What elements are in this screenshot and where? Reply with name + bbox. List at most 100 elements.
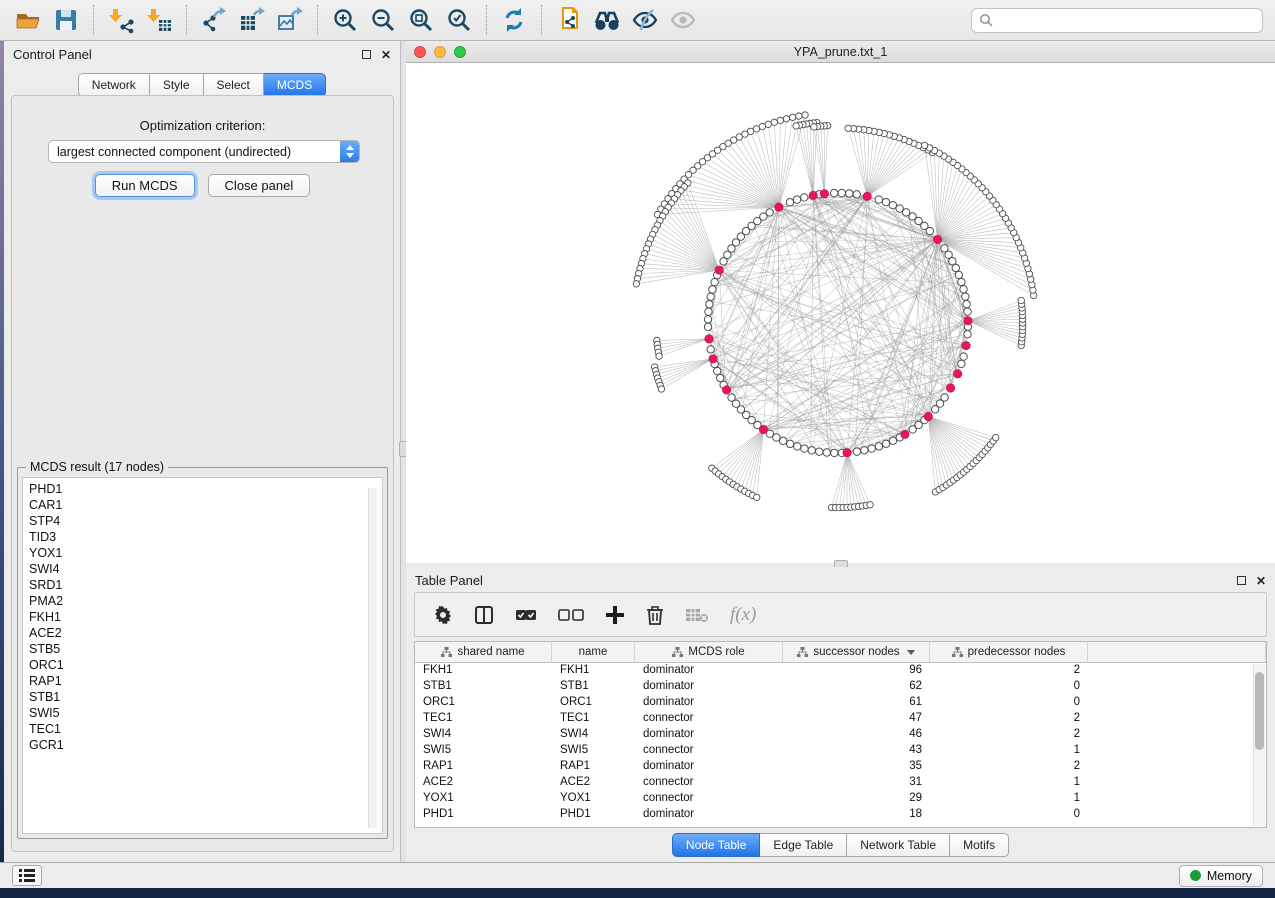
mcds-result-item[interactable]: SWI5 (29, 705, 382, 721)
memory-label: Memory (1207, 869, 1252, 883)
shared-column-icon (672, 647, 683, 657)
column-header-name[interactable]: name (552, 642, 635, 662)
zoom-fit-button[interactable] (405, 4, 437, 36)
run-mcds-button[interactable]: Run MCDS (95, 174, 195, 197)
first-neighbors-button[interactable] (591, 4, 623, 36)
mcds-result-item[interactable]: TID3 (29, 529, 382, 545)
mcds-result-item[interactable]: YOX1 (29, 545, 382, 561)
open-file-button[interactable] (12, 4, 44, 36)
create-column-button[interactable] (605, 605, 625, 625)
export-network-button[interactable] (198, 4, 230, 36)
tab-style[interactable]: Style (150, 73, 204, 97)
delete-column-button[interactable] (646, 605, 664, 625)
mcds-result-item[interactable]: PHD1 (29, 481, 382, 497)
search-box[interactable] (971, 8, 1263, 33)
memory-button[interactable]: Memory (1179, 865, 1263, 887)
zoom-out-button[interactable] (367, 4, 399, 36)
mcds-result-item[interactable]: STB5 (29, 641, 382, 657)
close-panel-icon[interactable]: ✕ (1256, 575, 1266, 587)
table-scrollbar[interactable] (1253, 664, 1265, 826)
criterion-dropdown[interactable]: largest connected component (undirected) (48, 140, 360, 163)
mcds-result-item[interactable]: ORC1 (29, 657, 382, 673)
apply-layout-button[interactable] (498, 4, 530, 36)
node-table: shared name name MCDS role successor nod… (414, 641, 1267, 828)
table-row[interactable]: ACE2ACE2connector311 (415, 775, 1266, 791)
mcds-result-item[interactable]: PMA2 (29, 593, 382, 609)
column-header-successor-nodes[interactable]: successor nodes (783, 642, 930, 662)
list-icon (19, 869, 35, 882)
tab-network[interactable]: Network (78, 73, 150, 97)
table-row[interactable]: FKH1FKH1dominator962 (415, 663, 1266, 679)
column-header-shared-name[interactable]: shared name (415, 642, 552, 662)
deselect-all-button[interactable] (558, 608, 584, 622)
export-table-button[interactable] (236, 4, 268, 36)
tab-network-table[interactable]: Network Table (847, 833, 950, 857)
save-session-button[interactable] (50, 4, 82, 36)
network-window-title: YPA_prune.txt_1 (406, 45, 1275, 59)
mcds-result-item[interactable]: RAP1 (29, 673, 382, 689)
duplicate-network-icon (555, 6, 583, 34)
search-input[interactable] (993, 13, 1255, 27)
plus-icon (605, 605, 625, 625)
tab-edge-table[interactable]: Edge Table (760, 833, 847, 857)
mcds-result-item[interactable]: FKH1 (29, 609, 382, 625)
result-list-scrollbar[interactable] (368, 488, 377, 828)
zoom-selected-button[interactable] (443, 4, 475, 36)
table-row[interactable]: YOX1YOX1connector291 (415, 791, 1266, 807)
mcds-result-item[interactable]: TEC1 (29, 721, 382, 737)
select-all-button[interactable] (515, 608, 537, 622)
tab-mcds[interactable]: MCDS (264, 73, 326, 97)
mcds-result-item[interactable]: STB1 (29, 689, 382, 705)
import-network-button[interactable] (105, 4, 137, 36)
mcds-result-item[interactable]: STP4 (29, 513, 382, 529)
show-columns-button[interactable] (474, 605, 494, 625)
gear-icon (433, 605, 453, 625)
optimization-criterion-label: Optimization criterion: (12, 118, 393, 133)
zoom-in-icon (331, 6, 359, 34)
mcds-result-item[interactable]: GCR1 (29, 737, 382, 753)
binoculars-icon (592, 6, 622, 34)
zoom-in-button[interactable] (329, 4, 361, 36)
table-row[interactable]: PHD1PHD1dominator180 (415, 807, 1266, 823)
network-view-window: YPA_prune.txt_1 (406, 41, 1275, 563)
table-row[interactable]: SWI5SWI5connector431 (415, 743, 1266, 759)
new-network-from-selection-button[interactable] (553, 4, 585, 36)
tab-node-table[interactable]: Node Table (672, 833, 761, 857)
task-history-button[interactable] (12, 865, 42, 886)
float-panel-icon[interactable] (1237, 576, 1246, 585)
export-image-icon (276, 6, 304, 34)
shared-column-icon (952, 647, 963, 657)
export-network-icon (200, 6, 228, 34)
sort-descending-icon (907, 650, 915, 655)
zoom-selected-icon (445, 6, 473, 34)
control-panel: Control Panel ✕ Network Style Select MCD… (4, 41, 401, 862)
main-toolbar (0, 0, 1275, 41)
shared-column-icon (797, 647, 808, 657)
table-row[interactable]: ORC1ORC1dominator610 (415, 695, 1266, 711)
network-graph[interactable] (406, 63, 1275, 563)
save-icon (52, 6, 80, 34)
export-image-button[interactable] (274, 4, 306, 36)
table-row[interactable]: TEC1TEC1connector472 (415, 711, 1266, 727)
mcds-result-item[interactable]: ACE2 (29, 625, 382, 641)
close-panel-icon[interactable]: ✕ (381, 49, 391, 61)
table-row[interactable]: SWI4SWI4dominator462 (415, 727, 1266, 743)
table-settings-button[interactable] (433, 605, 453, 625)
column-header-mcds-role[interactable]: MCDS role (635, 642, 783, 662)
network-window-titlebar[interactable]: YPA_prune.txt_1 (406, 41, 1275, 63)
mcds-result-item[interactable]: CAR1 (29, 497, 382, 513)
hide-selected-button[interactable] (629, 4, 661, 36)
mcds-result-item[interactable]: SWI4 (29, 561, 382, 577)
column-header-predecessor-nodes[interactable]: predecessor nodes (930, 642, 1088, 662)
mcds-result-item[interactable]: SRD1 (29, 577, 382, 593)
import-table-button[interactable] (143, 4, 175, 36)
mcds-tab-body: Optimization criterion: largest connecte… (11, 95, 394, 852)
control-panel-title: Control Panel (13, 47, 92, 62)
scrollbar-thumb[interactable] (1255, 672, 1264, 750)
table-row[interactable]: STB1STB1dominator620 (415, 679, 1266, 695)
table-row[interactable]: RAP1RAP1dominator352 (415, 759, 1266, 775)
tab-select[interactable]: Select (204, 73, 264, 97)
tab-motifs[interactable]: Motifs (950, 833, 1009, 857)
close-panel-button[interactable]: Close panel (208, 174, 311, 197)
float-panel-icon[interactable] (362, 50, 371, 59)
